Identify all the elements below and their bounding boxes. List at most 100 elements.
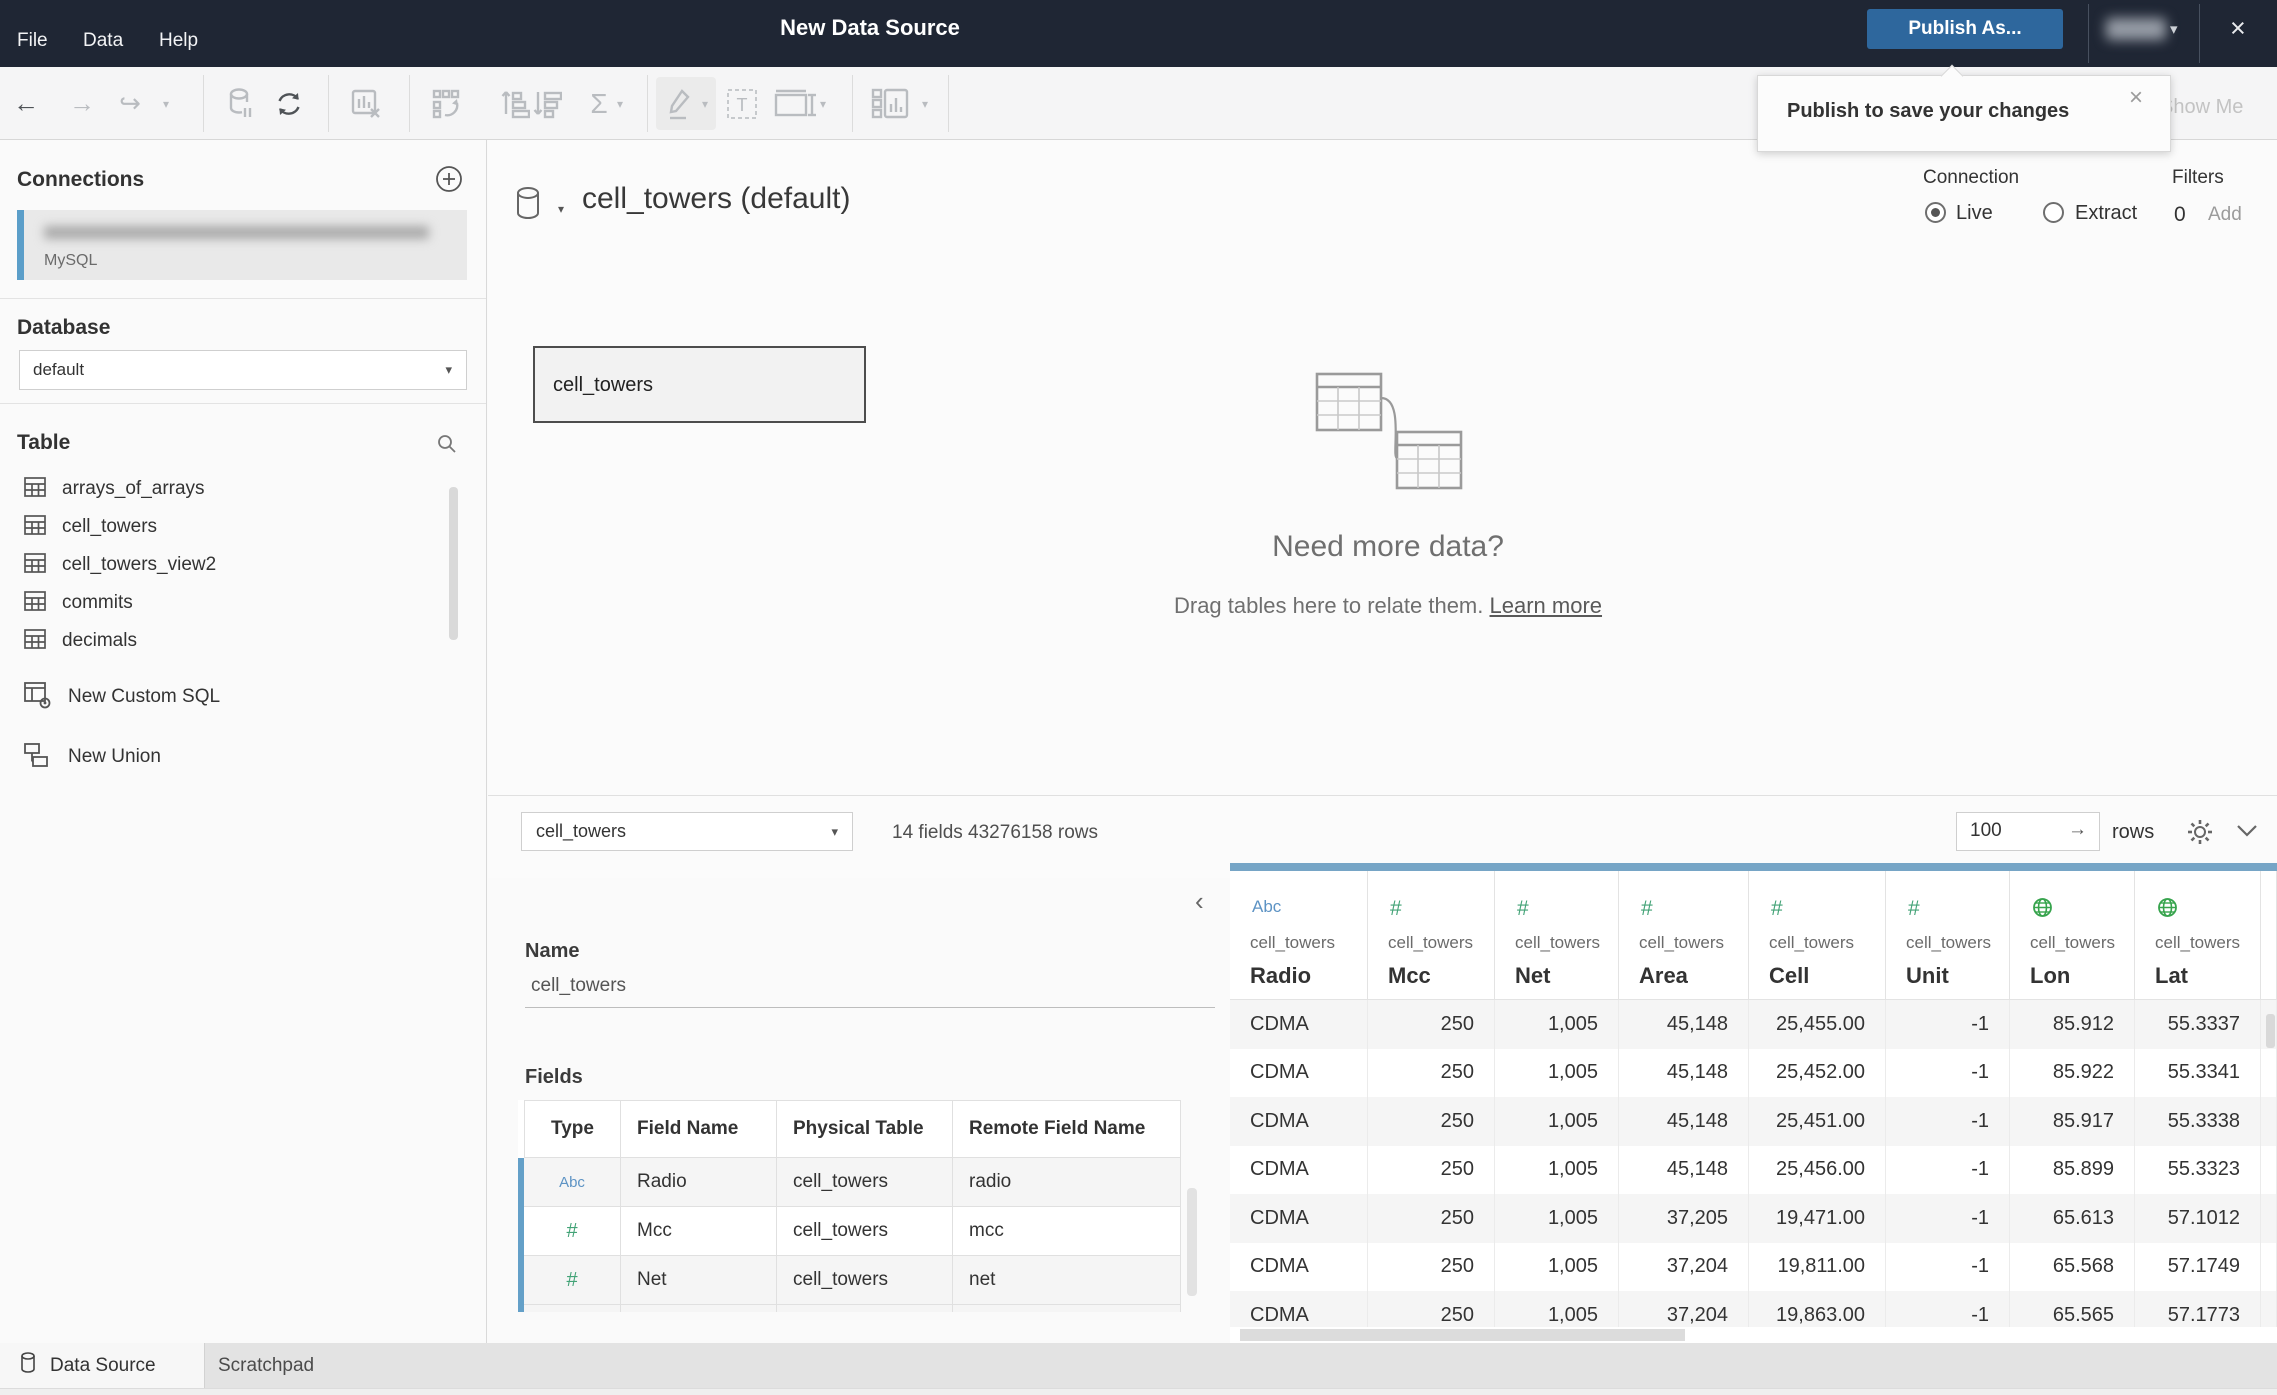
totals-caret-icon[interactable]: ▾ — [612, 67, 628, 140]
new-union-button[interactable]: New Union — [0, 740, 440, 774]
grid-row-2: CDMA 250 1,005 45,148 25,452.00 -1 85.922 55.33… — [1230, 1048, 2277, 1097]
toolbar-divider — [203, 75, 204, 132]
database-select[interactable]: default ▾ — [19, 350, 467, 390]
field-name-cell: Net — [621, 1256, 777, 1305]
connection-item-mysql[interactable]: MySQL — [17, 210, 467, 280]
filters-count: 0 — [2174, 203, 2186, 226]
collapse-preview-chevron-icon[interactable] — [2236, 824, 2258, 843]
logical-table-node[interactable]: cell_towers — [533, 346, 866, 423]
tab-data-source[interactable]: Data Source — [0, 1343, 205, 1388]
undo-icon[interactable]: ← — [2, 67, 50, 140]
sidebar-table-item-arrays_of_arrays[interactable]: arrays_of_arrays — [0, 470, 440, 508]
datasource-cylinder-icon[interactable] — [515, 186, 543, 227]
highlight-pen-icon[interactable] — [660, 67, 700, 140]
toolbar-divider — [328, 75, 329, 132]
extract-radio[interactable] — [2043, 202, 2064, 223]
grid-cell: 19,811.00 — [1749, 1242, 1886, 1291]
replay-icon[interactable]: ↪ — [106, 67, 154, 140]
sidebar-table-item-decimals[interactable]: decimals — [0, 622, 440, 660]
number-type-icon: # — [1641, 897, 1653, 920]
number-type-icon: # — [1771, 897, 1783, 920]
field-row-partial[interactable] — [518, 1305, 1181, 1312]
tab-scratchpad[interactable]: Scratchpad — [205, 1343, 420, 1388]
grid-cell: 37,204 — [1619, 1242, 1749, 1291]
show-me-button[interactable]: Show Me — [2160, 96, 2243, 119]
name-input[interactable]: cell_towers — [531, 975, 626, 997]
menu-file[interactable]: File — [17, 30, 48, 52]
preview-settings-gear-icon[interactable] — [2186, 818, 2214, 851]
new-custom-sql-button[interactable]: New Custom SQL — [0, 680, 440, 714]
live-radio[interactable] — [1925, 202, 1946, 223]
grid-row-6: CDMA 250 1,005 37,204 19,811.00 -1 65.568 57.17… — [1230, 1242, 2277, 1291]
datasource-caret-icon[interactable]: ▾ — [558, 202, 564, 216]
sidebar-table-item-cell_towers[interactable]: cell_towers — [0, 508, 440, 546]
user-menu-caret-icon[interactable]: ▾ — [2170, 20, 2178, 38]
table-list-scrollbar[interactable] — [449, 487, 458, 640]
table-item-label: cell_towers_view2 — [62, 554, 217, 575]
sidebar-table-item-cell_towers_view2[interactable]: cell_towers_view2 — [0, 546, 440, 584]
grid-column-header-Net[interactable]: # cell_towers Net — [1495, 871, 1619, 1000]
menu-data[interactable]: Data — [83, 30, 123, 52]
collapse-panel-icon[interactable]: ‹ — [1195, 886, 1204, 917]
menu-help[interactable]: Help — [159, 30, 198, 52]
table-item-label: decimals — [62, 630, 137, 651]
grid-cell: 25,451.00 — [1749, 1097, 1886, 1146]
grid-column-header-Radio[interactable]: Abc cell_towers Radio — [1230, 871, 1368, 1000]
cards-caret-icon[interactable]: ▾ — [918, 67, 932, 140]
field-row-Net[interactable]: # Net cell_towers net — [518, 1256, 1181, 1305]
grid-cell: 250 — [1368, 1097, 1495, 1146]
row-limit-input[interactable]: 100 → — [1956, 812, 2100, 851]
show-hide-cards-icon[interactable] — [864, 67, 916, 140]
grid-vertical-scrollbar-thumb[interactable] — [2266, 1014, 2275, 1048]
learn-more-link[interactable]: Learn more — [1490, 593, 1603, 618]
totals-sigma-icon[interactable]: Σ — [582, 67, 616, 140]
redo-icon[interactable]: → — [58, 67, 106, 140]
grid-column-header-Mcc[interactable]: # cell_towers Mcc — [1368, 871, 1495, 1000]
tooltip-close-icon[interactable]: × — [2129, 84, 2143, 112]
grid-column-header-Cell[interactable]: # cell_towers Cell — [1749, 871, 1886, 1000]
field-row-Mcc[interactable]: # Mcc cell_towers mcc — [518, 1207, 1181, 1256]
grid-top-accent-bar — [1230, 863, 2277, 871]
apply-row-limit-icon[interactable]: → — [2068, 819, 2087, 841]
sidebar-table-item-commits[interactable]: commits — [0, 584, 440, 622]
new-datasource-icon[interactable] — [218, 67, 264, 140]
table-search-icon[interactable] — [436, 433, 458, 460]
grid-horizontal-scrollbar-thumb[interactable] — [1240, 1329, 1685, 1341]
field-type-icon: # — [524, 1256, 621, 1305]
fields-table-rows: Abc Radio cell_towers radio # Mcc cell_towers m… — [518, 1158, 1181, 1312]
extract-radio-label[interactable]: Extract — [2075, 202, 2137, 225]
fit-width-icon[interactable] — [772, 67, 818, 140]
highlight-caret-icon[interactable]: ▾ — [698, 67, 712, 140]
publish-as-button[interactable]: Publish As... — [1867, 9, 2063, 49]
filters-add-link[interactable]: Add — [2208, 204, 2242, 226]
field-name-cell: Mcc — [621, 1207, 777, 1256]
grid-column-header-Area[interactable]: # cell_towers Area — [1619, 871, 1749, 1000]
sort-descending-icon[interactable] — [524, 67, 570, 140]
fit-caret-icon[interactable]: ▾ — [816, 67, 830, 140]
add-connection-icon[interactable] — [434, 164, 464, 199]
preview-table-select[interactable]: cell_towers ▾ — [521, 812, 853, 851]
swap-rows-columns-icon[interactable] — [423, 67, 469, 140]
clear-sheet-icon[interactable] — [343, 67, 389, 140]
text-label-icon[interactable]: T — [722, 67, 762, 140]
grid-column-header-Lon[interactable]: cell_towers Lon — [2010, 871, 2135, 1000]
field-type-icon: Abc — [524, 1158, 621, 1207]
column-table-label: cell_towers — [2030, 933, 2116, 952]
live-radio-label[interactable]: Live — [1956, 202, 1993, 225]
physical-table-cell: cell_towers — [777, 1207, 953, 1256]
grid-cell: 25,455.00 — [1749, 1000, 1886, 1049]
grid-column-header-Unit[interactable]: # cell_towers Unit — [1886, 871, 2010, 1000]
fields-table-scrollbar[interactable] — [1187, 1188, 1197, 1296]
grid-column-header-Lat[interactable]: cell_towers Lat — [2135, 871, 2261, 1000]
relationship-canvas: ▾ cell_towers (default) cell_towers Conn… — [488, 140, 2277, 795]
field-type-icon: # — [524, 1207, 621, 1256]
grid-horizontal-scrollbar[interactable] — [1230, 1327, 2277, 1343]
replay-caret-icon[interactable]: ▾ — [158, 67, 174, 140]
new-custom-sql-label: New Custom SQL — [68, 686, 221, 707]
refresh-icon[interactable] — [266, 67, 312, 140]
window-close-icon[interactable]: × — [2230, 13, 2246, 44]
field-row-Radio[interactable]: Abc Radio cell_towers radio — [518, 1158, 1181, 1207]
user-account-chip[interactable] — [2106, 18, 2166, 40]
name-input-underline — [525, 1007, 1215, 1008]
remote-field-name-cell: radio — [953, 1158, 1181, 1207]
